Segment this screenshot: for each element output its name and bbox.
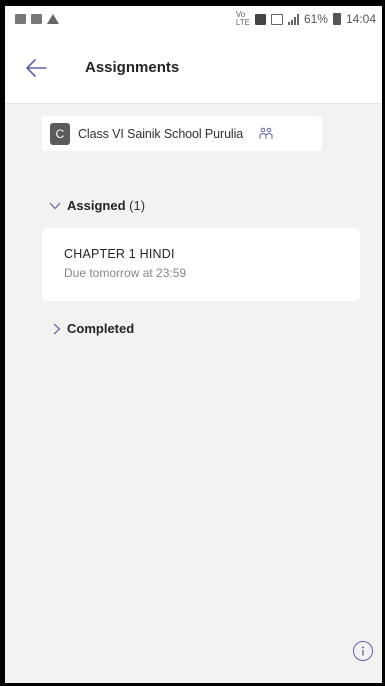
sim-icon bbox=[254, 13, 266, 25]
assigned-count: (1) bbox=[129, 198, 146, 213]
completed-label: Completed bbox=[67, 321, 135, 336]
battery-icon bbox=[332, 13, 341, 25]
warning-icon bbox=[47, 14, 59, 24]
app-frame: Vo LTE 61% 14:04 Assignments C Class VI S… bbox=[0, 0, 385, 686]
class-avatar: C bbox=[50, 122, 70, 145]
status-left-icons bbox=[15, 14, 59, 24]
status-time: 14:04 bbox=[345, 12, 376, 26]
arrow-left-icon bbox=[26, 58, 47, 77]
gallery-icon bbox=[15, 14, 26, 24]
assignment-due-date: Due tomorrow at 23:59 bbox=[64, 266, 187, 280]
chevron-right-icon bbox=[53, 323, 61, 334]
back-button[interactable] bbox=[11, 44, 61, 92]
signal-icon bbox=[287, 13, 299, 25]
volte-icon: Vo LTE bbox=[235, 10, 250, 27]
assignment-title: CHAPTER 1 HINDI bbox=[64, 247, 175, 261]
assignment-card[interactable]: CHAPTER 1 HINDI Due tomorrow at 23:59 bbox=[42, 228, 360, 301]
battery-percentage: 61% bbox=[303, 12, 328, 26]
image-icon bbox=[31, 14, 42, 24]
switch-class-icon[interactable] bbox=[259, 127, 273, 141]
lte-icon bbox=[270, 13, 283, 25]
chevron-down-icon bbox=[49, 202, 61, 209]
class-selector[interactable]: C Class VI Sainik School Purulia bbox=[42, 116, 322, 151]
page-title: Assignments bbox=[85, 59, 180, 76]
status-bar: Vo LTE 61% 14:04 bbox=[5, 6, 382, 32]
class-name: Class VI Sainik School Purulia bbox=[78, 126, 244, 141]
info-icon[interactable] bbox=[353, 641, 373, 661]
assigned-label: Assigned bbox=[67, 198, 126, 213]
status-right-icons: Vo LTE 61% 14:04 bbox=[236, 11, 376, 27]
completed-section-header[interactable]: Completed bbox=[53, 321, 134, 336]
app-header: Assignments bbox=[5, 32, 382, 104]
assigned-section-header[interactable]: Assigned (1) bbox=[49, 198, 145, 213]
